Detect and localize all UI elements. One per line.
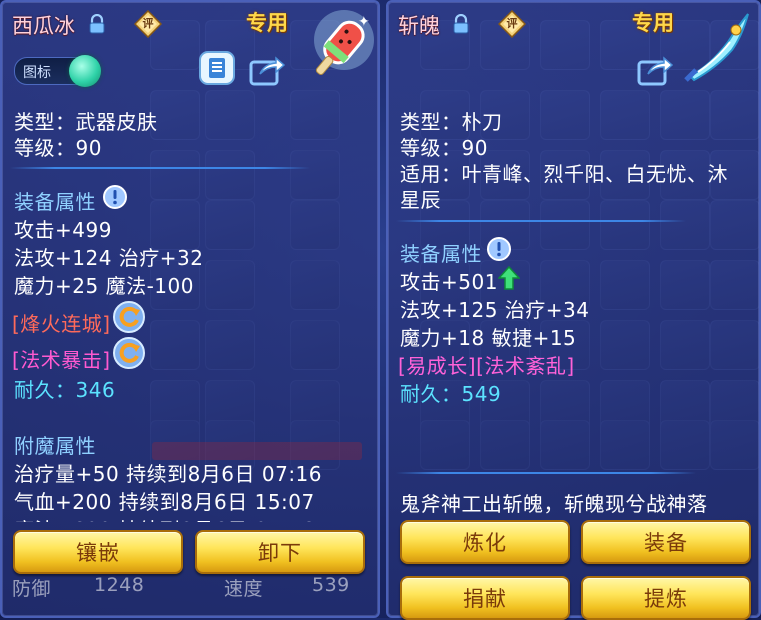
defense-label: 防御	[12, 578, 52, 600]
item-description: 鬼斧神工出斩魄，斩魄现兮战神落	[400, 492, 708, 516]
item-title: 斩魄	[398, 14, 440, 38]
suitable-characters-cont: 星辰	[400, 188, 441, 212]
stat-line: 攻击+501	[400, 270, 498, 294]
divider	[10, 167, 310, 169]
compare-icon[interactable]	[198, 50, 236, 86]
defense-value: 1248	[94, 574, 145, 596]
item-type: 类型：朴刀	[400, 110, 503, 134]
item-type: 类型：武器皮肤	[14, 110, 158, 134]
share-icon[interactable]	[248, 52, 286, 88]
special-skill-2: [法术暴击]	[12, 348, 111, 372]
durability-value: 549	[461, 382, 502, 406]
rating-badge[interactable]: 评	[133, 9, 163, 39]
divider	[396, 472, 696, 474]
stat-line: 攻击+499	[14, 218, 112, 242]
lock-icon	[89, 14, 105, 34]
durability: 耐久：346	[14, 374, 115, 403]
section-equip-attrs: 装备属性	[14, 190, 96, 214]
speed-value: 539	[312, 574, 350, 596]
stat-up-arrow-icon	[498, 266, 520, 290]
section-equip-attrs: 装备属性	[400, 242, 482, 266]
share-icon[interactable]	[636, 52, 674, 88]
item-level: 等级：90	[14, 136, 102, 160]
stat-line: 法攻+124 治疗+32	[14, 246, 204, 270]
enchant-clip: 魔法+600 持续到8月6日 07:16	[2, 510, 382, 522]
donate-button[interactable]: 捐献	[400, 576, 570, 620]
special-skills: [易成长][法术紊乱]	[398, 354, 575, 378]
info-icon[interactable]	[487, 237, 511, 261]
icon-toggle-label: 图标	[23, 65, 51, 81]
item-level: 等级：90	[400, 136, 488, 160]
rating-badge-label: 评	[506, 17, 518, 30]
refresh-icon[interactable]	[112, 300, 146, 334]
lock-icon	[453, 14, 469, 34]
icon-toggle[interactable]: 图标	[14, 55, 101, 87]
suitable-characters: 适用：叶青峰、烈千阳、白无忧、沐	[400, 162, 728, 186]
svg-text:✦: ✦	[358, 14, 370, 30]
durability-label: 耐久：	[14, 378, 76, 402]
right-item-tooltip: 斩魄 评 专用 类型：朴刀 等级：90 适用：叶青峰、烈千阳、白无忧、沐 星辰 …	[386, 0, 761, 620]
enchant-line: 魔法+600 持续到8月6日 07:16	[14, 514, 315, 522]
section-enchant-attrs: 附魔属性	[14, 434, 96, 458]
refine-button[interactable]: 炼化	[400, 520, 570, 564]
enchant-line: 治疗量+50 持续到8月6日 07:16	[14, 462, 323, 486]
exclusive-label: 专用	[246, 11, 288, 35]
info-icon[interactable]	[103, 185, 127, 209]
divider	[396, 220, 686, 222]
extract-button[interactable]: 提炼	[581, 576, 751, 620]
rating-badge-label: 评	[142, 17, 154, 30]
special-skill-1: [烽火连城]	[12, 312, 111, 336]
stat-line: 魔力+18 敏捷+15	[400, 326, 577, 350]
durability-label: 耐久：	[400, 382, 462, 406]
inlay-button[interactable]: 镶嵌	[13, 530, 183, 574]
stat-line: 魔力+25 魔法-100	[14, 274, 194, 298]
durability: 耐久：549	[400, 378, 501, 407]
refresh-icon[interactable]	[112, 336, 146, 370]
unequip-button[interactable]: 卸下	[195, 530, 365, 574]
stat-line: 法攻+125 治疗+34	[400, 298, 590, 322]
durability-value: 346	[75, 378, 116, 402]
speed-label: 速度	[224, 578, 264, 600]
left-item-tooltip: 西瓜冰 评 专用 图标 ✦ 类型：武器皮肤 等级：90 装备属性 攻击+499 …	[0, 0, 380, 618]
blade-weapon-icon	[684, 13, 749, 82]
watermelon-popsicle-icon: ✦	[314, 10, 374, 76]
rating-badge[interactable]: 评	[497, 9, 527, 39]
toggle-knob	[69, 55, 101, 87]
exclusive-label: 专用	[632, 11, 674, 35]
equip-button[interactable]: 装备	[581, 520, 751, 564]
item-title: 西瓜冰	[12, 14, 75, 38]
